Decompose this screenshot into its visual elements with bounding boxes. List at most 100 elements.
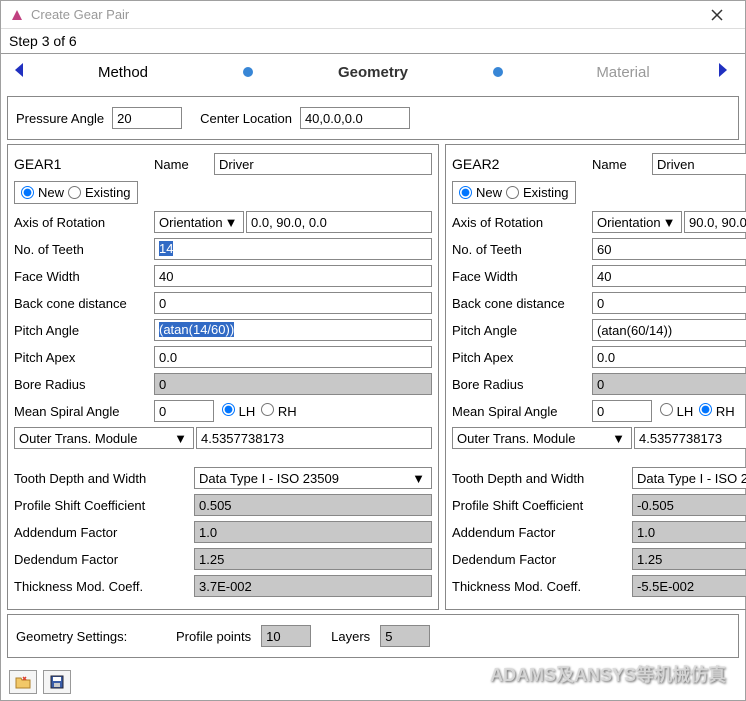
gear1-facewidth-input[interactable] bbox=[154, 265, 432, 287]
gear1-addendum-input[interactable] bbox=[194, 521, 432, 543]
gear2-title: GEAR2 bbox=[452, 156, 592, 172]
gear1-facewidth-label: Face Width bbox=[14, 269, 154, 284]
open-folder-button[interactable] bbox=[9, 670, 37, 694]
tab-material[interactable]: Material bbox=[563, 64, 683, 81]
gear2-teeth-input[interactable] bbox=[592, 238, 746, 260]
gear1-toothdepth-dropdown[interactable]: Data Type I - ISO 23509 ▼ bbox=[194, 467, 432, 489]
gear1-new-existing-group: New Existing bbox=[14, 181, 138, 204]
chevron-down-icon: ▼ bbox=[172, 431, 189, 446]
gear1-pitchapex-input[interactable] bbox=[154, 346, 432, 368]
gear2-new-existing-group: New Existing bbox=[452, 181, 576, 204]
gear2-lh-radio[interactable]: LH bbox=[660, 403, 693, 419]
gear2-rh-radio[interactable]: RH bbox=[699, 403, 734, 419]
gear2-spiral-input[interactable] bbox=[592, 400, 652, 422]
gear1-teeth-input[interactable]: 14 bbox=[154, 238, 432, 260]
gear2-backcone-input[interactable] bbox=[592, 292, 746, 314]
gear1-thickness-label: Thickness Mod. Coeff. bbox=[14, 579, 194, 594]
gear2-name-input[interactable] bbox=[652, 153, 746, 175]
close-button[interactable] bbox=[697, 1, 737, 29]
tab-method[interactable]: Method bbox=[63, 64, 183, 81]
bottom-toolbar bbox=[1, 664, 745, 700]
gear2-toothdepth-dropdown[interactable]: Data Type I - ISO 23509 ▼ bbox=[632, 467, 746, 489]
gear1-module-value[interactable] bbox=[196, 427, 432, 449]
gear2-backcone-label: Back cone distance bbox=[452, 296, 592, 311]
app-icon bbox=[9, 7, 25, 23]
gear1-orientation-dropdown[interactable]: Orientation ▼ bbox=[154, 211, 244, 233]
gear2-module-dropdown[interactable]: Outer Trans. Module ▼ bbox=[452, 427, 632, 449]
gear2-facewidth-label: Face Width bbox=[452, 269, 592, 284]
gear1-orientation-value[interactable] bbox=[246, 211, 432, 233]
chevron-down-icon: ▼ bbox=[661, 215, 678, 230]
prev-arrow-icon[interactable] bbox=[9, 60, 33, 84]
gear1-pitchangle-label: Pitch Angle bbox=[14, 323, 154, 338]
gear1-toothdepth-label: Tooth Depth and Width bbox=[14, 471, 194, 486]
geometry-settings-group: Geometry Settings: Profile points Layers bbox=[7, 614, 739, 658]
gear1-spiral-label: Mean Spiral Angle bbox=[14, 404, 154, 419]
tab-geometry[interactable]: Geometry bbox=[313, 64, 433, 81]
gear1-dedendum-label: Dedendum Factor bbox=[14, 552, 194, 567]
gear1-module-dropdown[interactable]: Outer Trans. Module ▼ bbox=[14, 427, 194, 449]
wizard-nav: Method Geometry Material bbox=[1, 54, 745, 90]
gear2-addendum-label: Addendum Factor bbox=[452, 525, 632, 540]
next-arrow-icon[interactable] bbox=[713, 60, 737, 84]
pressure-angle-input[interactable] bbox=[112, 107, 182, 129]
gear2-orientation-value[interactable] bbox=[684, 211, 746, 233]
geometry-settings-label: Geometry Settings: bbox=[16, 629, 166, 644]
center-location-input[interactable] bbox=[300, 107, 410, 129]
gear1-name-label: Name bbox=[154, 157, 214, 172]
gear2-module-value[interactable] bbox=[634, 427, 746, 449]
gear2-existing-radio[interactable]: Existing bbox=[506, 185, 569, 200]
gear1-pitchangle-input[interactable]: (atan(14/60)) bbox=[154, 319, 432, 341]
gear1-dedendum-input[interactable] bbox=[194, 548, 432, 570]
step-dot-icon bbox=[243, 67, 253, 77]
gear1-backcone-input[interactable] bbox=[154, 292, 432, 314]
profile-points-input[interactable] bbox=[261, 625, 311, 647]
gear2-pitchangle-input[interactable] bbox=[592, 319, 746, 341]
layers-input[interactable] bbox=[380, 625, 430, 647]
gear2-pitchapex-input[interactable] bbox=[592, 346, 746, 368]
gear1-pitchapex-label: Pitch Apex bbox=[14, 350, 154, 365]
pressure-angle-label: Pressure Angle bbox=[16, 111, 104, 126]
layers-label: Layers bbox=[331, 629, 370, 644]
gear2-pitchapex-label: Pitch Apex bbox=[452, 350, 592, 365]
step-indicator: Step 3 of 6 bbox=[1, 29, 745, 54]
gear1-lh-radio[interactable]: LH bbox=[222, 403, 255, 419]
gear1-spiral-input[interactable] bbox=[154, 400, 214, 422]
gear1-new-radio[interactable]: New bbox=[21, 185, 64, 200]
gear1-profileshift-input[interactable] bbox=[194, 494, 432, 516]
gear2-thickness-label: Thickness Mod. Coeff. bbox=[452, 579, 632, 594]
gear2-spiral-label: Mean Spiral Angle bbox=[452, 404, 592, 419]
titlebar: Create Gear Pair bbox=[1, 1, 745, 29]
gear2-addendum-input[interactable] bbox=[632, 521, 746, 543]
gear2-profileshift-label: Profile Shift Coefficient bbox=[452, 498, 632, 513]
center-location-label: Center Location bbox=[200, 111, 292, 126]
gear1-name-input[interactable] bbox=[214, 153, 432, 175]
gear1-existing-radio[interactable]: Existing bbox=[68, 185, 131, 200]
gear2-thickness-input[interactable] bbox=[632, 575, 746, 597]
gear2-orientation-dropdown[interactable]: Orientation ▼ bbox=[592, 211, 682, 233]
gear1-profileshift-label: Profile Shift Coefficient bbox=[14, 498, 194, 513]
gear2-facewidth-input[interactable] bbox=[592, 265, 746, 287]
gear1-rh-radio[interactable]: RH bbox=[261, 403, 296, 419]
gear2-teeth-label: No. of Teeth bbox=[452, 242, 592, 257]
gear1-thickness-input[interactable] bbox=[194, 575, 432, 597]
gear2-profileshift-input[interactable] bbox=[632, 494, 746, 516]
window-title: Create Gear Pair bbox=[31, 7, 697, 22]
gear1-axis-label: Axis of Rotation bbox=[14, 215, 154, 230]
gear1-addendum-label: Addendum Factor bbox=[14, 525, 194, 540]
step-dot-icon bbox=[493, 67, 503, 77]
gear1-bore-input[interactable] bbox=[154, 373, 432, 395]
gear2-panel: GEAR2 Name New Existing Axis of Rotation… bbox=[445, 144, 746, 610]
chevron-down-icon: ▼ bbox=[223, 215, 240, 230]
gear1-backcone-label: Back cone distance bbox=[14, 296, 154, 311]
gear2-toothdepth-label: Tooth Depth and Width bbox=[452, 471, 632, 486]
gear2-new-radio[interactable]: New bbox=[459, 185, 502, 200]
gear2-bore-input[interactable] bbox=[592, 373, 746, 395]
gear2-dedendum-label: Dedendum Factor bbox=[452, 552, 632, 567]
gear1-title: GEAR1 bbox=[14, 156, 154, 172]
profile-points-label: Profile points bbox=[176, 629, 251, 644]
save-button[interactable] bbox=[43, 670, 71, 694]
chevron-down-icon: ▼ bbox=[610, 431, 627, 446]
gear2-dedendum-input[interactable] bbox=[632, 548, 746, 570]
gear1-teeth-label: No. of Teeth bbox=[14, 242, 154, 257]
